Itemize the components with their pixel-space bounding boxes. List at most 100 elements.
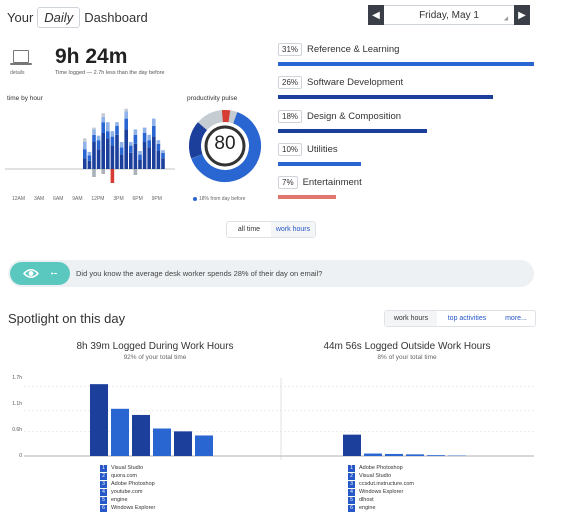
hour-bar[interactable] [124, 108, 128, 112]
hour-bar[interactable] [92, 142, 96, 169]
hour-bar[interactable] [133, 129, 138, 135]
hour-bar[interactable] [156, 140, 161, 144]
bar-quora-com[interactable] [111, 408, 129, 456]
hour-bar[interactable] [83, 149, 87, 159]
category-row[interactable]: 18% Design & Composition [278, 109, 401, 123]
bar-windows-explorer[interactable] [195, 435, 213, 456]
hour-bar-negative[interactable] [110, 169, 115, 183]
hour-bar[interactable] [161, 158, 165, 169]
hour-bar[interactable] [106, 122, 110, 132]
hour-bar[interactable] [87, 155, 92, 161]
hour-bar[interactable] [133, 143, 138, 169]
bar-engine[interactable] [174, 431, 192, 456]
hour-bar[interactable] [152, 136, 156, 169]
hour-bar[interactable] [115, 122, 119, 126]
legend-item[interactable]: 2 quora.com [100, 472, 155, 480]
hour-bar[interactable] [101, 133, 105, 169]
hour-bar[interactable] [96, 149, 101, 169]
hour-bar[interactable] [96, 135, 101, 141]
hour-bar[interactable] [101, 122, 105, 133]
hour-bar[interactable] [92, 129, 96, 135]
hour-bar[interactable] [101, 116, 105, 123]
hour-bar[interactable] [101, 113, 105, 117]
category-row[interactable]: 31% Reference & Learning [278, 43, 399, 56]
hour-bar[interactable] [119, 154, 124, 169]
legend-item[interactable]: 4 Windows Explorer [348, 488, 414, 496]
hour-bar[interactable] [138, 160, 142, 169]
hour-bar[interactable] [138, 151, 142, 155]
legend-item[interactable]: 6 Windows Explorer [100, 504, 155, 512]
bar-adobe-photoshop[interactable] [343, 434, 361, 456]
laptop-icon[interactable] [13, 50, 29, 63]
tab-top-activities[interactable]: top activities [437, 311, 497, 326]
hour-bar[interactable] [106, 138, 110, 169]
hour-bar[interactable] [83, 158, 87, 169]
hour-bar[interactable] [147, 140, 151, 148]
hour-bar[interactable] [110, 145, 115, 169]
toggle-work-hours[interactable]: work hours [271, 222, 315, 237]
hour-bar[interactable] [133, 134, 138, 144]
hour-bar-negative[interactable] [92, 169, 96, 177]
legend-item[interactable]: 3 Adobe Photoshop [100, 480, 155, 488]
hour-bar[interactable] [83, 138, 87, 142]
legend-item[interactable]: 1 Visual Studio [100, 464, 155, 472]
hour-bar[interactable] [87, 160, 92, 169]
eye-toggle[interactable] [10, 262, 70, 285]
hour-bar[interactable] [110, 131, 115, 137]
hour-bar[interactable] [92, 134, 96, 142]
hour-bar[interactable] [142, 133, 147, 142]
hour-bar[interactable] [161, 152, 165, 159]
hour-bar[interactable] [124, 129, 128, 169]
legend-item[interactable]: 5 engine [100, 496, 155, 504]
hour-bar[interactable] [161, 150, 165, 153]
tab-more[interactable]: more... [497, 311, 535, 326]
hour-bar[interactable] [96, 140, 101, 150]
hour-bar[interactable] [115, 134, 119, 169]
hour-bar[interactable] [83, 142, 87, 150]
hour-bar[interactable] [152, 118, 156, 126]
bar-youtube-com[interactable] [153, 428, 171, 456]
hour-bar[interactable] [156, 143, 161, 151]
hour-bar[interactable] [110, 136, 115, 146]
legend-item[interactable]: 2 Visual Studio [348, 472, 414, 480]
category-row[interactable]: 26% Software Development [278, 76, 403, 90]
date-picker[interactable]: Friday, May 1 [384, 5, 514, 25]
bar-visual-studio[interactable] [364, 453, 382, 456]
period-select[interactable]: Daily [37, 7, 81, 28]
bar-visual-studio[interactable] [90, 384, 108, 456]
hour-bar[interactable] [119, 142, 124, 148]
hour-bar[interactable] [156, 151, 161, 169]
hour-bar-negative[interactable] [133, 169, 138, 175]
hour-bar[interactable] [92, 127, 96, 130]
category-row[interactable]: 7% Entertainment [278, 176, 362, 190]
legend-item[interactable]: 5 dlhost [348, 496, 414, 504]
category-row[interactable]: 10% Utilities [278, 142, 338, 156]
hour-bar[interactable] [124, 118, 128, 130]
hour-bar[interactable] [147, 147, 151, 169]
chevron-left-icon[interactable]: ◀ [368, 5, 384, 25]
legend-item[interactable]: 1 Adobe Photoshop [348, 464, 414, 472]
chevron-right-icon[interactable]: ▶ [514, 5, 530, 25]
legend-item[interactable]: 4 youtube.com [100, 488, 155, 496]
hour-bar[interactable] [129, 152, 133, 169]
hour-bar[interactable] [115, 125, 119, 135]
hour-bar-negative[interactable] [101, 169, 105, 174]
hour-bar[interactable] [106, 131, 110, 139]
bar-windows-explorer[interactable] [406, 454, 424, 456]
hour-bar[interactable] [152, 125, 156, 137]
hour-bar[interactable] [129, 145, 133, 153]
legend-item[interactable]: 6 engine [348, 504, 414, 512]
legend-item[interactable]: 3 ccsdut.instructure.com [348, 480, 414, 488]
bar-dlhost[interactable] [427, 455, 445, 456]
tab-work-hours[interactable]: work hours [385, 311, 437, 326]
hour-bar[interactable] [119, 147, 124, 155]
toggle-all-time[interactable]: all time [227, 222, 271, 237]
hour-bar[interactable] [87, 151, 92, 156]
hour-bar[interactable] [129, 142, 133, 146]
bar-adobe-photoshop[interactable] [132, 414, 150, 456]
hour-bar[interactable] [138, 154, 142, 160]
hour-bar[interactable] [142, 127, 147, 133]
hour-bar[interactable] [147, 134, 151, 141]
details-link[interactable]: details [10, 70, 24, 76]
bar-ccsdut-instructure-com[interactable] [385, 453, 403, 456]
